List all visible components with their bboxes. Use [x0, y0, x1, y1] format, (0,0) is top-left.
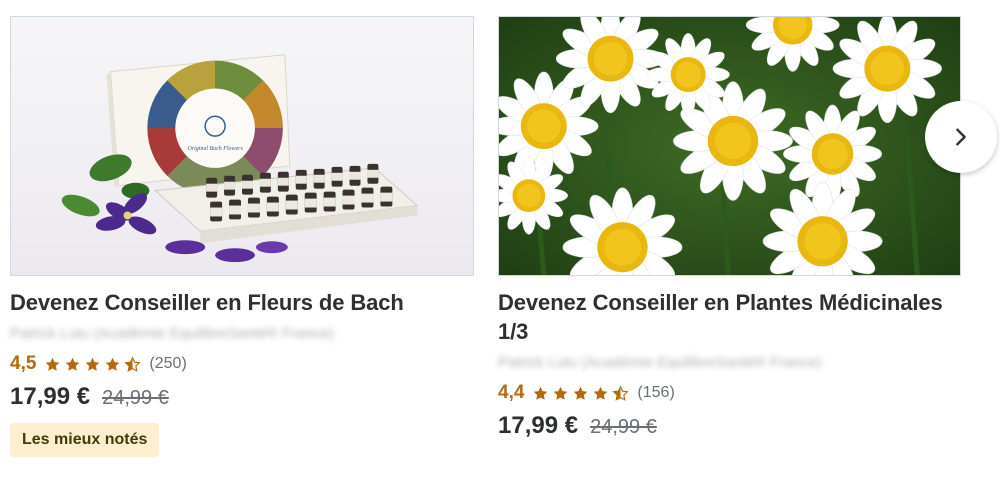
course-title[interactable]: Devenez Conseiller en Fleurs de Bach: [10, 288, 474, 317]
carousel-next-button[interactable]: [925, 101, 997, 173]
course-thumbnail[interactable]: Original Bach Flowers: [10, 16, 474, 276]
rating-value: 4,4: [498, 382, 525, 403]
star-icon: [64, 356, 81, 373]
review-count: (156): [637, 384, 675, 401]
star-icon: [84, 356, 101, 373]
original-price: 24,99 €: [102, 387, 169, 409]
rating-value: 4,5: [10, 353, 37, 374]
chamomile-image: [499, 17, 960, 275]
bestseller-badge: Les mieux notés: [10, 423, 160, 457]
star-icon: [124, 355, 142, 373]
star-icon: [44, 356, 61, 373]
star-rating: [532, 384, 630, 402]
star-icon: [552, 385, 569, 402]
rating-row: 4,5 (250): [10, 353, 474, 375]
original-price: 24,99 €: [590, 416, 657, 438]
rating-row: 4,4 (156): [498, 382, 961, 404]
chevron-right-icon: [956, 128, 966, 146]
instructor-name: Patrick Lutu (Académie EquilibreSanté® F…: [10, 325, 334, 342]
course-card-medicinal-plants[interactable]: Devenez Conseiller en Plantes Médicinale…: [498, 16, 961, 440]
price-row: 17,99 € 24,99 €: [498, 412, 961, 440]
price-row: 17,99 € 24,99 €: [10, 383, 474, 411]
instructor-name: Patrick Lutu (Académie EquilibreSanté® F…: [498, 354, 822, 371]
box-label: Original Bach Flowers: [187, 146, 243, 152]
current-price: 17,99 €: [498, 412, 579, 439]
star-icon: [104, 356, 121, 373]
star-icon: [572, 385, 589, 402]
course-thumbnail[interactable]: [498, 16, 961, 276]
star-rating: [44, 355, 142, 373]
star-icon: [592, 385, 609, 402]
star-icon: [532, 385, 549, 402]
bach-flower-box-image: Original Bach Flowers: [11, 17, 473, 275]
course-title[interactable]: Devenez Conseiller en Plantes Médicinale…: [498, 288, 961, 346]
current-price: 17,99 €: [10, 383, 91, 410]
star-icon: [612, 384, 630, 402]
review-count: (250): [149, 355, 187, 372]
course-card-bach-flowers[interactable]: Original Bach Flowers Devenez Conseiller…: [10, 16, 474, 457]
